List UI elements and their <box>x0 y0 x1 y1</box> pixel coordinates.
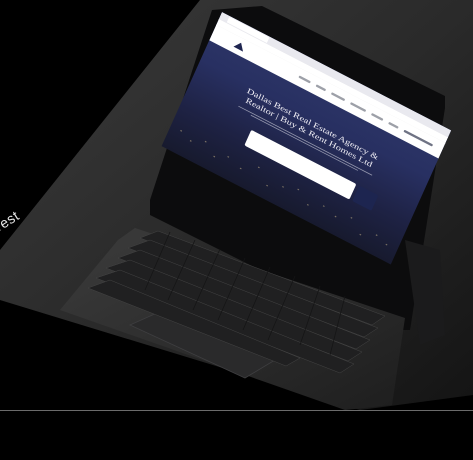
nav-link <box>315 84 327 92</box>
site-logo-icon <box>233 42 244 52</box>
nav-link <box>330 92 346 102</box>
divider-line <box>0 410 473 411</box>
nav-link <box>298 75 311 84</box>
nav-link <box>349 102 367 113</box>
nav-link <box>370 112 384 121</box>
photo-scene: Dallas Best Real Estate Agency & Realtor… <box>0 0 473 460</box>
nav-link <box>388 121 399 129</box>
